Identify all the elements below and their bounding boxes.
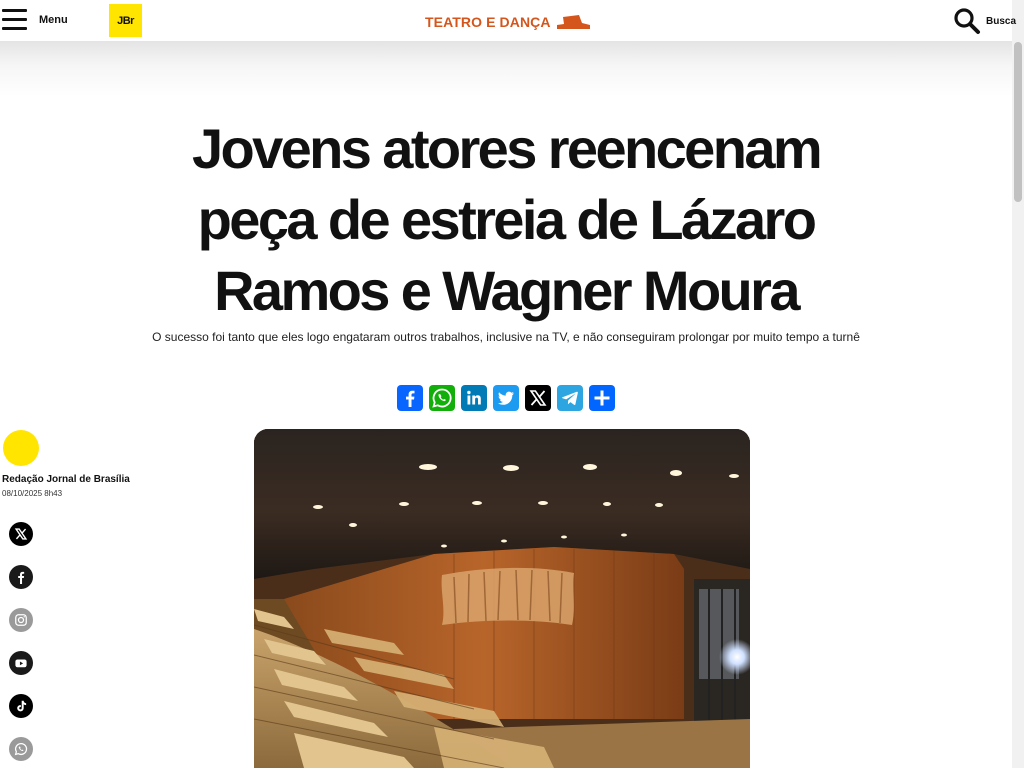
social-whatsapp-link[interactable] (9, 737, 33, 761)
share-facebook-button[interactable] (397, 385, 423, 411)
hamburger-icon (2, 9, 27, 30)
social-youtube-link[interactable] (9, 651, 33, 675)
article-subtitle: O sucesso foi tanto que eles logo engata… (152, 330, 860, 344)
facebook-icon (18, 571, 25, 584)
tiktok-icon (17, 700, 27, 712)
publish-date: 08/10/2025 8h43 (2, 489, 63, 498)
menu-button[interactable]: Menu (2, 9, 68, 30)
social-instagram-link[interactable] (9, 608, 33, 632)
site-header: Menu JBr TEATRO E DANÇA Busca (0, 0, 1016, 41)
whatsapp-icon (14, 742, 28, 756)
site-logo[interactable]: JBr (109, 4, 142, 37)
scrollbar-thumb[interactable] (1014, 42, 1022, 202)
search-label: Busca (986, 15, 1017, 27)
social-x-link[interactable] (9, 522, 33, 546)
search-icon (954, 8, 980, 34)
share-twitter-button[interactable] (493, 385, 519, 411)
share-whatsapp-button[interactable] (429, 385, 455, 411)
author-avatar[interactable] (3, 430, 39, 466)
social-tiktok-link[interactable] (9, 694, 33, 718)
share-linkedin-button[interactable] (461, 385, 487, 411)
facebook-icon (406, 390, 415, 407)
whatsapp-icon (432, 388, 452, 408)
auditorium-image (254, 429, 750, 768)
x-icon (529, 390, 547, 406)
logo-text: JBr (117, 14, 134, 27)
share-bar (397, 385, 615, 411)
section-title-link[interactable]: TEATRO E DANÇA (425, 12, 591, 32)
social-facebook-link[interactable] (9, 565, 33, 589)
share-more-button[interactable] (589, 385, 615, 411)
page-scrollbar[interactable] (1012, 0, 1024, 768)
x-icon (14, 528, 28, 540)
header-shadow (0, 41, 1012, 96)
search-button[interactable]: Busca (953, 7, 1016, 35)
share-x-button[interactable] (525, 385, 551, 411)
twitter-icon (498, 391, 514, 405)
article-photo[interactable] (254, 429, 750, 768)
author-name[interactable]: Redação Jornal de Brasília (2, 474, 130, 485)
section-label: TEATRO E DANÇA (425, 14, 551, 30)
plus-icon (594, 390, 610, 406)
menu-label: Menu (39, 13, 68, 26)
article-headline: Jovens atores reencenam peça de estreia … (191, 117, 823, 322)
telegram-icon (562, 391, 578, 405)
theater-stage-icon (556, 15, 590, 29)
share-telegram-button[interactable] (557, 385, 583, 411)
instagram-icon (15, 614, 27, 626)
linkedin-icon (467, 390, 481, 405)
youtube-icon (15, 659, 27, 668)
